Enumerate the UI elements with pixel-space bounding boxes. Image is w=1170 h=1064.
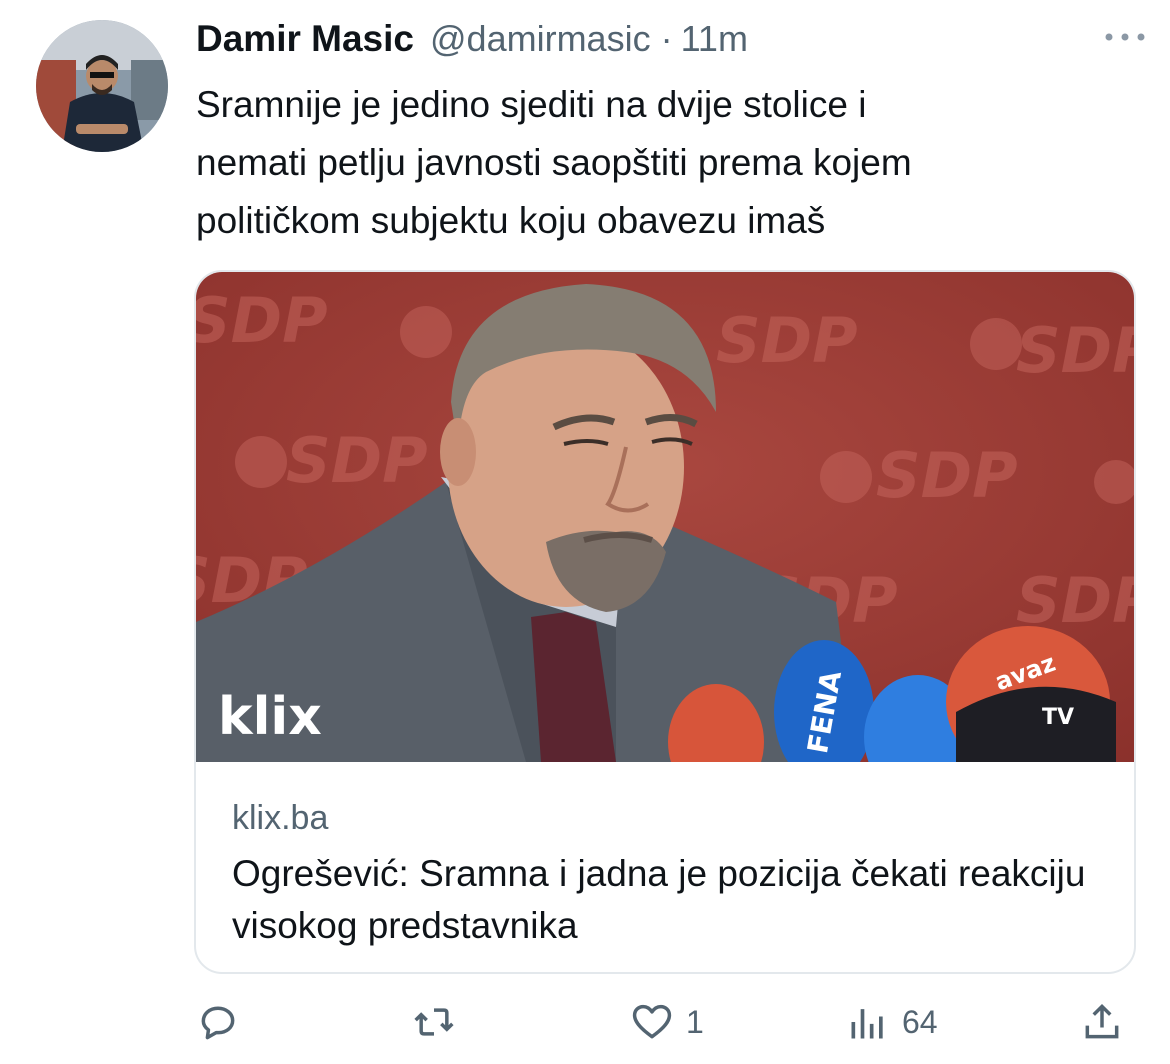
reply-button[interactable] <box>196 990 240 1054</box>
share-icon <box>1085 1003 1119 1039</box>
avatar-image <box>36 20 168 152</box>
klix-watermark: klix <box>218 687 322 747</box>
card-domain: klix.ba <box>232 799 329 837</box>
svg-text:SDP: SDP <box>286 424 428 497</box>
author-name[interactable]: Damir Masic <box>196 18 414 60</box>
heart-icon <box>632 1004 672 1039</box>
tweet-text: Sramnije je jedino sjediti na dvije stol… <box>196 84 912 241</box>
views-icon <box>851 1009 883 1039</box>
card-title: Ogrešević: Sramna i jadna je pozicija če… <box>232 853 1086 946</box>
link-card[interactable]: SDP SDP SDP SDP SDP SDP SDP SDP <box>194 270 1136 974</box>
share-button[interactable] <box>1080 990 1124 1054</box>
like-count: 1 <box>686 1003 704 1040</box>
author-handle[interactable]: @damirmasic <box>430 18 651 60</box>
views-count: 64 <box>902 1003 938 1040</box>
retweet-icon <box>414 1008 454 1036</box>
avatar[interactable] <box>36 20 168 152</box>
svg-text:SDP: SDP <box>876 439 1018 512</box>
tweet-header: Damir Masic @damirmasic · 11m <box>196 18 1150 66</box>
more-options-icon[interactable] <box>1100 22 1150 52</box>
views-button[interactable]: 64 <box>846 990 938 1054</box>
separator-dot: · <box>660 18 673 59</box>
reply-icon <box>201 1006 235 1040</box>
mic-label-tv: TV <box>1042 705 1074 730</box>
card-image: SDP SDP SDP SDP SDP SDP SDP SDP <box>196 272 1134 762</box>
tweet-time[interactable]: 11m <box>681 18 748 60</box>
svg-text:SDP: SDP <box>716 304 858 377</box>
like-button[interactable]: 1 <box>630 990 704 1054</box>
card-info: klix.ba Ogrešević: Sramna i jadna je poz… <box>232 792 1104 952</box>
svg-text:SDP: SDP <box>1016 314 1134 387</box>
tweet-actions: 1 64 <box>190 990 1150 1054</box>
retweet-button[interactable] <box>412 990 456 1054</box>
svg-text:SDP: SDP <box>1016 564 1134 637</box>
svg-text:SDP: SDP <box>196 284 328 357</box>
